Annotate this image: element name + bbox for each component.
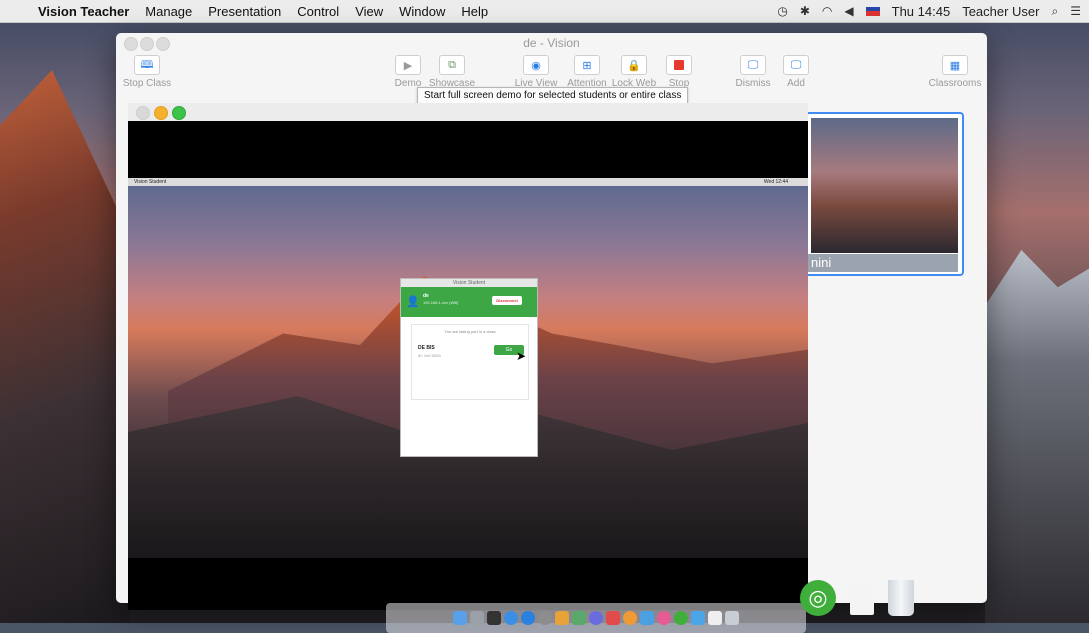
menu-manage[interactable]: Manage <box>137 4 200 19</box>
attention-icon: ⊞ <box>574 55 600 75</box>
disconnect-button[interactable]: Disconnect <box>492 296 522 305</box>
live-view-window: Vision Student Wed 12:44 Vision Student … <box>128 103 808 633</box>
trash-dock-icon[interactable] <box>888 579 914 616</box>
classrooms-label: Classrooms <box>928 78 982 89</box>
menu-window[interactable]: Window <box>391 4 453 19</box>
time-machine-icon[interactable]: ◷ <box>777 4 787 18</box>
bluetooth-icon[interactable]: ✱ <box>800 4 810 18</box>
menu-help[interactable]: Help <box>453 4 496 19</box>
notification-center-icon[interactable]: ☰ <box>1070 4 1081 18</box>
student-app-window: Vision Student 👤 de 192.168.1.xxx (Wifi)… <box>400 278 538 457</box>
class-name: DE BIS <box>418 345 435 351</box>
stop-class-button[interactable]: 🕮 Stop Class <box>120 55 174 89</box>
mouse-cursor-icon: ➤ <box>516 349 527 363</box>
volume-icon[interactable]: ◀ <box>844 4 853 18</box>
add-label: Add <box>787 78 805 89</box>
showcase-button[interactable]: ⧉ Showcase <box>425 55 479 89</box>
student-menubar: Vision Student Wed 12:44 <box>128 178 808 186</box>
student-menubar-clock: Wed 12:44 <box>763 179 788 185</box>
class-id: ID: 0x0 0000 <box>418 353 441 358</box>
add-button[interactable]: 🖵 Add <box>769 55 823 89</box>
play-icon: ▶ <box>395 55 421 75</box>
student-connection: 192.168.1.xxx (Wifi) <box>423 300 459 305</box>
menu-control[interactable]: Control <box>289 4 347 19</box>
student-app-header: 👤 de 192.168.1.xxx (Wifi) Disconnect <box>401 287 537 317</box>
spotlight-icon[interactable]: ⌕ <box>1052 4 1059 19</box>
live-view-minimize-button[interactable] <box>154 106 168 120</box>
lock-icon: 🔒 <box>621 55 647 75</box>
menu-extras: ◷ ✱ ◠ ◀ Thu 14:45 Teacher User ⌕ ☰ <box>777 0 1081 22</box>
class-panel: You are taking part in a class DE BIS ID… <box>411 324 529 400</box>
wifi-icon[interactable]: ◠ <box>822 4 832 18</box>
student-thumbnail[interactable]: nini <box>805 112 964 276</box>
student-screen: Vision Student Wed 12:44 Vision Student … <box>128 178 808 633</box>
stop-button[interactable]: Stop <box>652 55 706 89</box>
attention-button[interactable]: ⊞ Attention <box>560 55 614 89</box>
student-avatar-icon: 👤 <box>406 296 420 308</box>
student-dock <box>386 603 806 633</box>
classrooms-icon: ▦ <box>942 55 968 75</box>
stop-class-label: Stop Class <box>122 78 172 89</box>
classrooms-button[interactable]: ▦ Classrooms <box>928 55 982 89</box>
live-view-zoom-button[interactable] <box>172 106 186 120</box>
student-name: de <box>423 293 429 299</box>
window-title: de - Vision <box>523 36 580 50</box>
live-view-close-button[interactable] <box>136 106 150 120</box>
student-menubar-app: Vision Student <box>134 179 167 185</box>
menu-user[interactable]: Teacher User <box>962 4 1039 19</box>
menu-clock[interactable]: Thu 14:45 <box>892 4 951 19</box>
vision-teacher-dock-icon[interactable]: ◎ <box>800 579 836 616</box>
dismiss-monitor-icon: 🖵 <box>740 55 766 75</box>
eye-icon: ◉ <box>523 55 549 75</box>
menu-bar: Vision Teacher Manage Presentation Contr… <box>0 0 1089 23</box>
stop-icon <box>666 55 692 75</box>
showcase-icon: ⧉ <box>439 55 465 75</box>
add-monitor-icon: 🖵 <box>783 55 809 75</box>
student-app-title: Vision Student <box>401 279 537 287</box>
input-source-flag-icon[interactable] <box>865 6 880 16</box>
student-thumbnail-screen <box>811 118 958 253</box>
teacher-dock: ◎ <box>800 575 980 620</box>
book-icon: 🕮 <box>134 55 160 75</box>
menu-presentation[interactable]: Presentation <box>200 4 289 19</box>
live-view-button[interactable]: ◉ Live View <box>509 55 563 89</box>
document-dock-icon[interactable] <box>850 580 874 615</box>
student-thumbnail-caption: nini <box>807 254 958 272</box>
class-panel-title: You are taking part in a class <box>444 329 496 334</box>
wallpaper-mountain-right <box>985 250 1089 623</box>
live-view-titlebar <box>128 103 808 121</box>
menu-app-name[interactable]: Vision Teacher <box>30 4 137 19</box>
menu-view[interactable]: View <box>347 4 391 19</box>
